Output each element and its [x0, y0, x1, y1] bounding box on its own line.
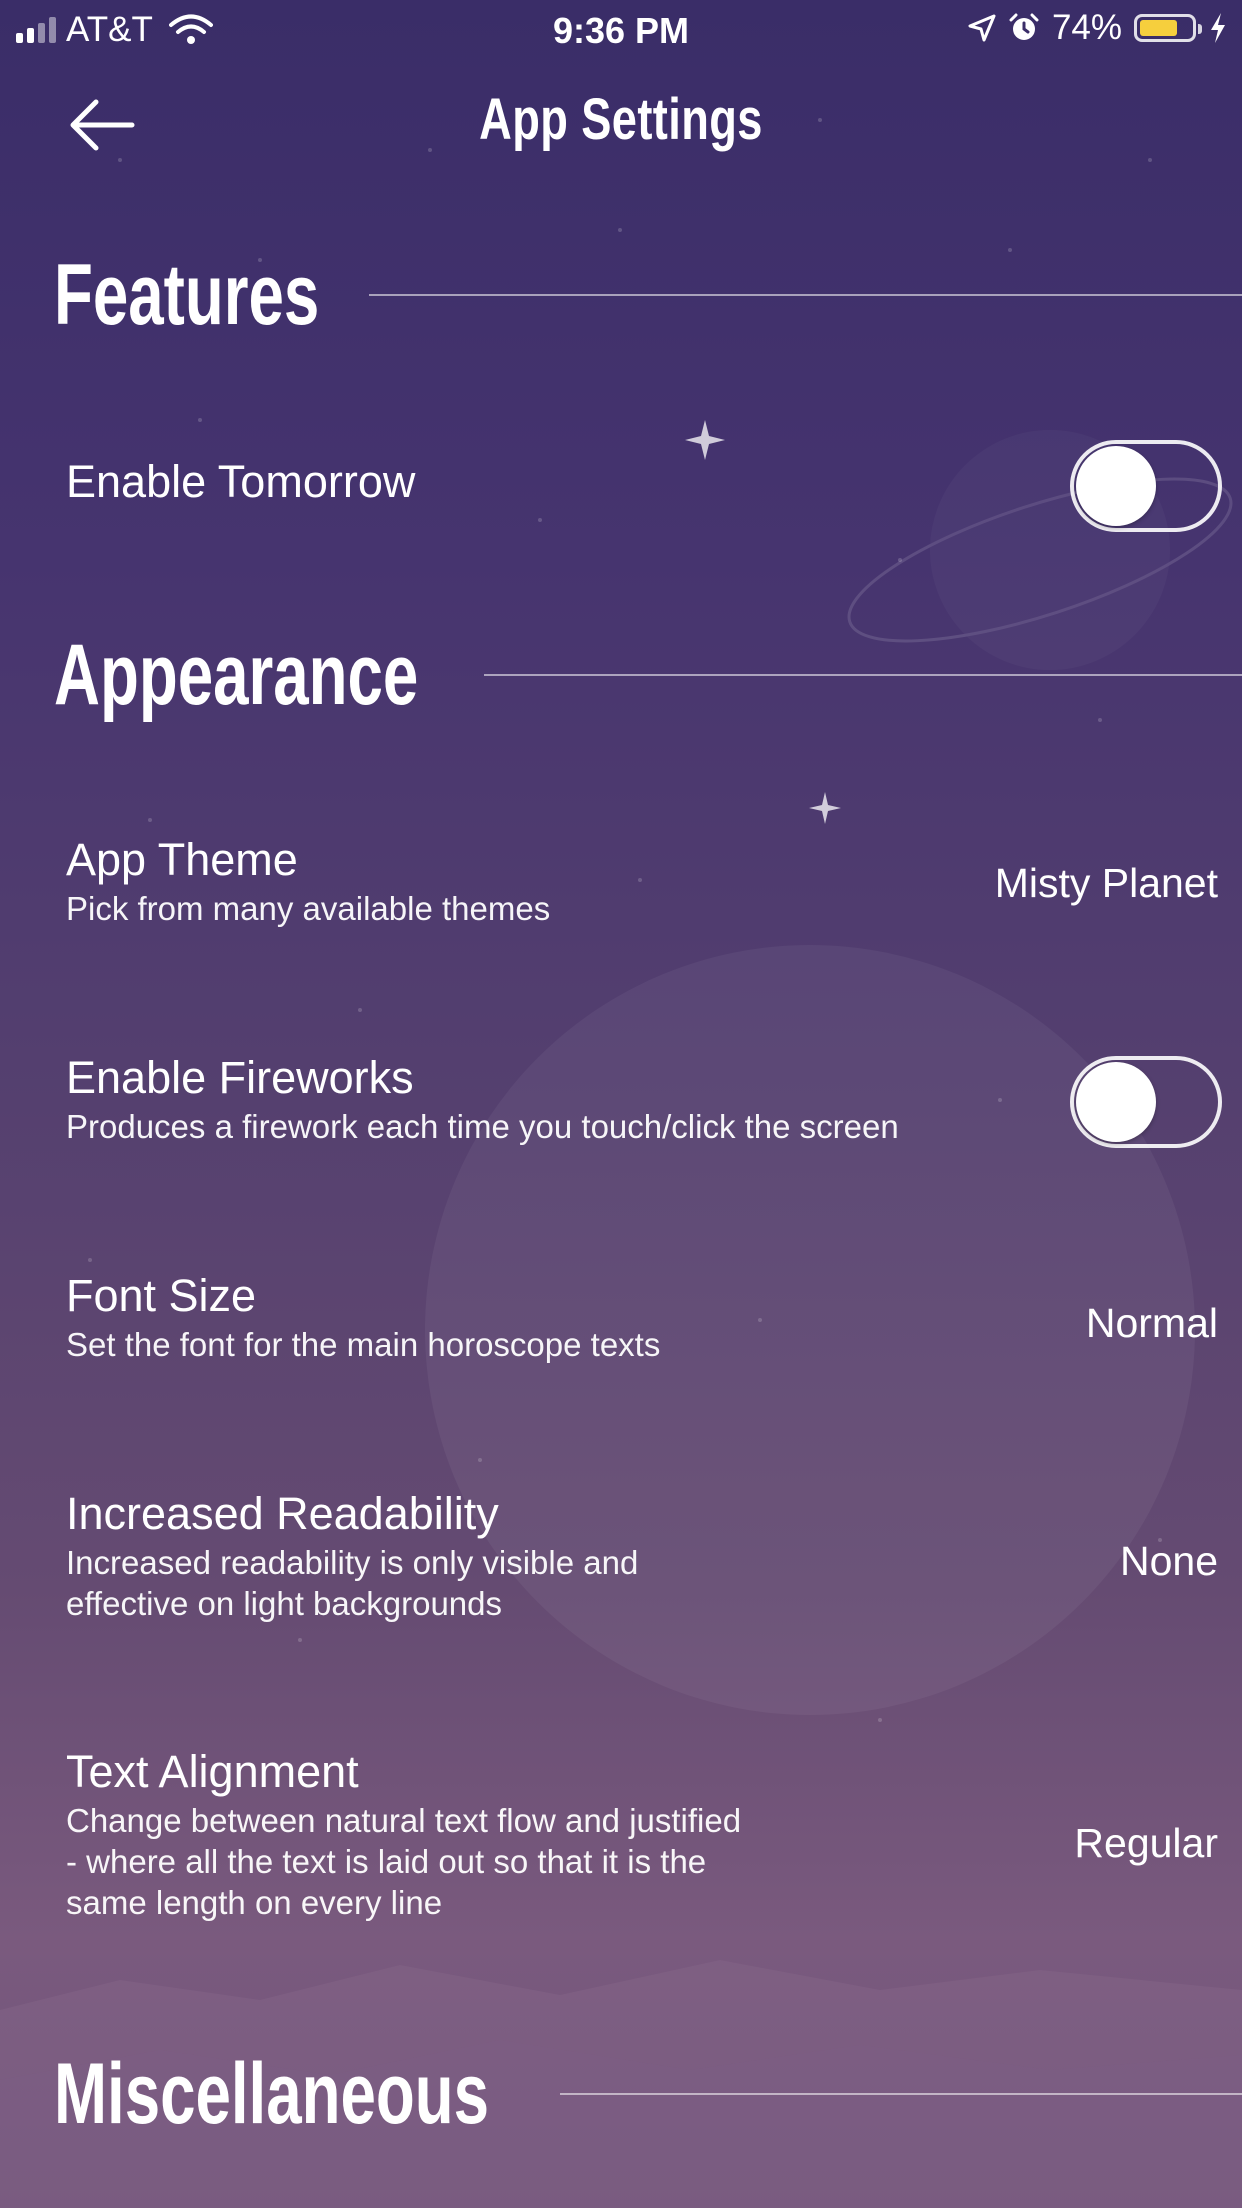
charging-bolt-icon [1211, 13, 1225, 43]
location-arrow-icon [968, 14, 996, 42]
battery-level [1140, 20, 1177, 36]
setting-subtitle-line: same length on every line [66, 1884, 443, 1921]
setting-subtitle: Produces a firework each time you touch/… [66, 1108, 899, 1145]
setting-title: Increased Readability [66, 1488, 499, 1539]
setting-subtitle-line: effective on light backgrounds [66, 1585, 503, 1622]
page-title: App Settings [479, 87, 763, 152]
section-divider [559, 2093, 1242, 2095]
app-theme-value[interactable]: Misty Planet [995, 860, 1218, 907]
setting-subtitle-line: Increased readability is only visible an… [66, 1544, 639, 1581]
section-title: Features [54, 246, 320, 343]
alarm-icon [1009, 13, 1039, 40]
battery-icon [1134, 14, 1202, 42]
section-divider [484, 674, 1242, 676]
setting-subtitle-line: - where all the text is laid out so that… [66, 1843, 707, 1880]
setting-title: Text Alignment [66, 1746, 359, 1797]
setting-subtitle: Set the font for the main horoscope text… [66, 1326, 661, 1363]
setting-increased-readability[interactable]: Increased Readability Increased readabil… [66, 1486, 1222, 1636]
enable-fireworks-toggle[interactable] [1070, 1056, 1222, 1148]
setting-font-size[interactable]: Font Size Set the font for the main horo… [66, 1268, 1222, 1378]
setting-enable-tomorrow[interactable]: Enable Tomorrow [66, 436, 1222, 536]
setting-title: Font Size [66, 1270, 257, 1321]
enable-tomorrow-toggle[interactable] [1070, 440, 1222, 532]
setting-app-theme[interactable]: App Theme Pick from many available theme… [66, 832, 1222, 942]
setting-enable-fireworks[interactable]: Enable Fireworks Produces a firework eac… [66, 1050, 1222, 1160]
section-appearance: Appearance [54, 625, 1242, 725]
status-bar: AT&T 9:36 PM 74% [0, 0, 1242, 62]
battery-percent: 74% [1051, 8, 1122, 47]
setting-subtitle-line: Change between natural text flow and jus… [66, 1802, 742, 1839]
text-alignment-value[interactable]: Regular [1074, 1820, 1218, 1867]
section-misc: Miscellaneous [54, 2044, 1242, 2144]
section-title: Miscellaneous [54, 2045, 490, 2142]
readability-value[interactable]: None [1120, 1538, 1218, 1585]
section-title: Appearance [54, 626, 419, 723]
setting-title: Enable Tomorrow [66, 456, 416, 507]
setting-title: Enable Fireworks [66, 1052, 414, 1103]
setting-text-alignment[interactable]: Text Alignment Change between natural te… [66, 1744, 1222, 1934]
back-arrow-icon [70, 99, 135, 151]
section-features: Features [54, 245, 1242, 345]
section-divider [368, 294, 1242, 296]
font-size-value[interactable]: Normal [1086, 1300, 1218, 1347]
